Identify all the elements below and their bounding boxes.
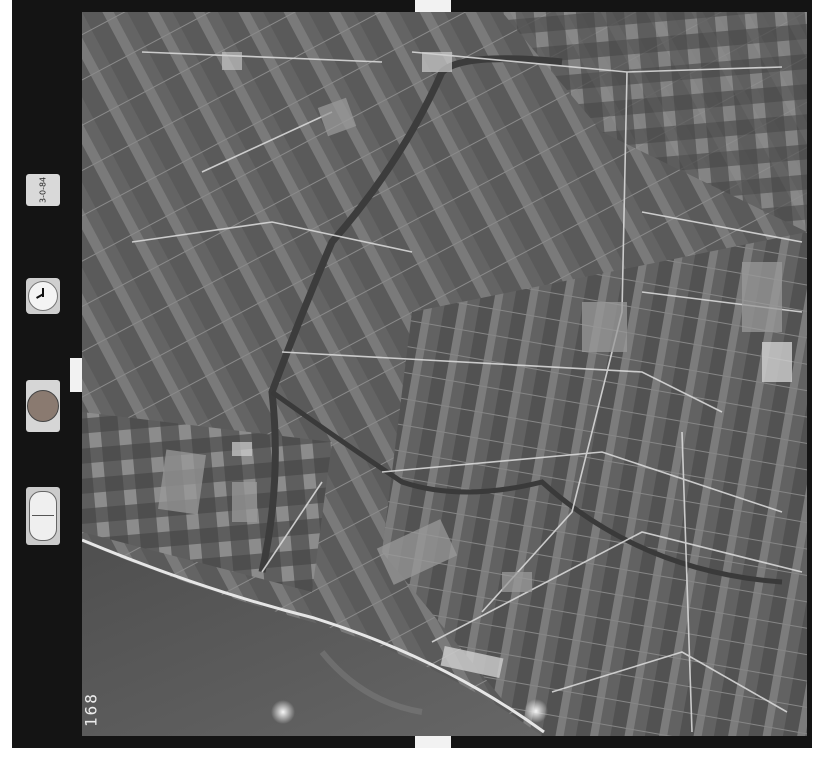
film-frame: 3-0-84 168 <box>12 0 812 748</box>
date-stamp-text: 3-0-84 <box>38 176 48 204</box>
clock-icon <box>26 278 60 314</box>
aerial-photo <box>82 12 807 736</box>
date-stamp: 3-0-84 <box>26 174 60 206</box>
left-notch <box>70 358 82 392</box>
aerial-photo-image <box>82 12 807 736</box>
bottom-notch <box>415 734 451 748</box>
level-bubble-icon <box>26 487 60 545</box>
frame-number: 168 <box>81 692 101 728</box>
altimeter-icon <box>26 380 60 432</box>
